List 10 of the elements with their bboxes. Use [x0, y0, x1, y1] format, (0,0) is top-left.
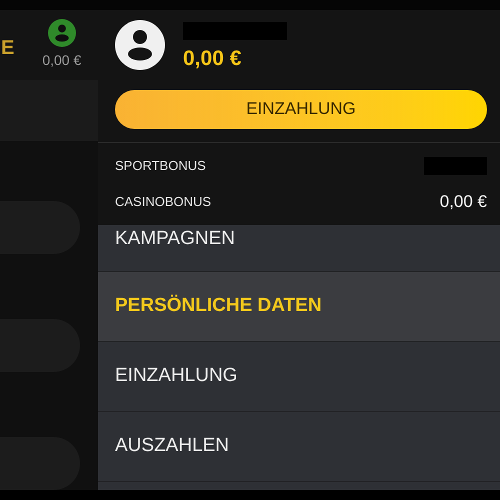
bonus-value: 0,00 € — [440, 191, 487, 214]
account-balance: 0,00 € — [183, 46, 242, 72]
deposit-button[interactable]: EINZAHLUNG — [115, 90, 487, 128]
balance-text: 0,00 € — [42, 51, 82, 70]
avatar-icon — [115, 20, 165, 70]
user-icon — [48, 19, 76, 47]
bonus-label: SPORTBONUS — [115, 157, 206, 176]
bonus-label: CASINOBONUS — [115, 193, 212, 212]
brand-text: E — [1, 36, 14, 61]
menu-item[interactable]: PERSÖNLICHE DATEN — [98, 272, 500, 342]
